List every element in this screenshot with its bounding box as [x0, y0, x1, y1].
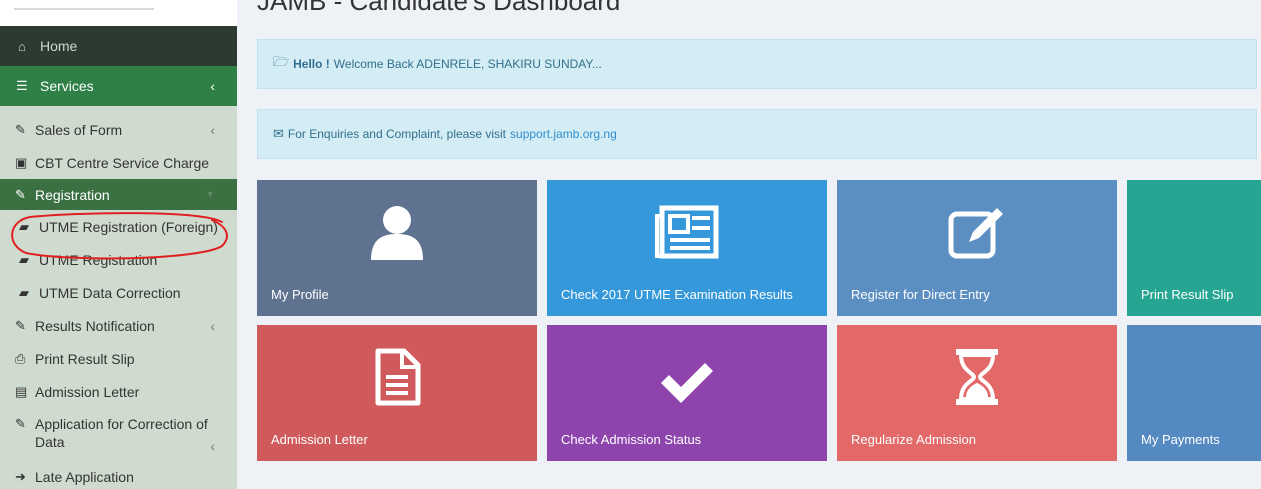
welcome-text: Welcome Back ADENRELE, SHAKIRU SUNDAY...: [333, 57, 602, 71]
tile-label: Register for Direct Entry: [851, 287, 990, 302]
tile-label: Check Admission Status: [561, 432, 702, 447]
page-title: JAMB - Candidate's Dashboard: [257, 0, 621, 16]
tile-label: Print Result Slip: [1141, 287, 1234, 302]
sidebar-item-results-notification[interactable]: ✎ Results Notification ‹: [0, 309, 237, 342]
sidebar-item-label: Results Notification: [35, 317, 155, 334]
main-content: JAMB - Candidate's Dashboard 🗁 Hello ! W…: [237, 0, 1261, 489]
sidebar-item-admission-letter[interactable]: ▤ Admission Letter: [0, 375, 237, 408]
tile-label: My Payments: [1141, 432, 1220, 447]
welcome-alert: 🗁 Hello ! Welcome Back ADENRELE, SHAKIRU…: [257, 39, 1257, 89]
sidebar-item-utme-registration[interactable]: ▰ UTME Registration: [0, 243, 237, 276]
sidebar-item-label: Sales of Form: [35, 121, 123, 138]
tile-check-results[interactable]: Check 2017 UTME Examination Results: [547, 180, 827, 316]
support-link[interactable]: support.jamb.org.ng: [510, 127, 617, 141]
print-icon: ⎙: [15, 350, 26, 366]
book-icon: ▰: [19, 251, 29, 267]
tile-label: Regularize Admission: [851, 432, 977, 447]
sidebar-item-label: UTME Data Correction: [39, 284, 181, 301]
hourglass-icon: [837, 347, 1117, 412]
tile-admission-letter[interactable]: Admission Letter: [257, 325, 537, 461]
sidebar-top: [0, 0, 237, 26]
sidebar-item-registration[interactable]: ✎ Registration ▼: [0, 179, 237, 210]
document-icon: [257, 347, 537, 412]
edit-icon: [837, 202, 1117, 267]
tile-check-admission-status[interactable]: Check Admission Status: [547, 325, 827, 461]
chevron-down-icon: ▼: [205, 189, 215, 200]
book-icon: ▰: [19, 284, 29, 300]
edit-icon: ✎: [15, 121, 26, 137]
user-icon: [257, 202, 537, 267]
edit-icon: ✎: [15, 416, 26, 431]
sidebar-item-label: Late Application: [35, 468, 134, 485]
sidebar-item-label: Admission Letter: [35, 383, 140, 400]
book-icon: ▰: [19, 218, 29, 234]
home-icon: ⌂: [18, 38, 26, 54]
edit-icon: ✎: [15, 186, 26, 202]
sidebar-item-label: Print Result Slip: [35, 350, 135, 367]
sidebar-item-label: Services: [40, 78, 94, 94]
sidebar-item-utme-data-correction[interactable]: ▰ UTME Data Correction: [0, 276, 237, 309]
list-icon: ☰: [16, 78, 28, 93]
circle-arrow-icon: ➜: [15, 468, 26, 484]
envelope-icon: ✉: [273, 126, 284, 141]
sidebar: ⌂ Home ☰ Services ‹ ✎ Sales of Form ‹ ▣ …: [0, 0, 237, 489]
tile-label: My Profile: [271, 287, 329, 302]
sidebar-item-utme-registration-foreign[interactable]: ▰ UTME Registration (Foreign): [0, 210, 237, 243]
chevron-left-icon: ‹: [210, 317, 215, 334]
sidebar-item-label: CBT Centre Service Charge: [35, 154, 210, 171]
sidebar-item-sales-of-form[interactable]: ✎ Sales of Form ‹: [0, 113, 237, 146]
edit-icon: ✎: [15, 317, 26, 333]
sidebar-item-print-result-slip[interactable]: ⎙ Print Result Slip: [0, 342, 237, 375]
sidebar-item-services[interactable]: ☰ Services ‹: [0, 66, 237, 106]
tile-my-payments[interactable]: My Payments: [1127, 325, 1261, 461]
welcome-greeting: Hello !: [293, 57, 330, 71]
newspaper-icon: [547, 202, 827, 267]
document-icon: ▤: [15, 383, 28, 399]
chevron-left-icon: ‹: [210, 78, 215, 94]
tile-label: Check 2017 UTME Examination Results: [561, 287, 793, 302]
sidebar-item-label: Registration: [35, 186, 110, 203]
sidebar-item-home[interactable]: ⌂ Home: [0, 26, 237, 66]
sidebar-item-label: Home: [40, 38, 78, 54]
sidebar-item-application-correction[interactable]: ✎ Application for Correction of Data ‹: [0, 408, 237, 460]
tile-label: Admission Letter: [271, 432, 368, 447]
sidebar-item-late-application[interactable]: ➜ Late Application: [0, 460, 237, 489]
folder-open-icon: 🗁: [273, 54, 290, 69]
sidebar-item-label: UTME Registration (Foreign): [39, 218, 218, 235]
chevron-left-icon: ‹: [210, 121, 215, 138]
enquiry-alert: ✉ For Enquiries and Complaint, please vi…: [257, 109, 1257, 159]
sidebar-item-label: Application for Correction of Data: [35, 416, 208, 450]
check-icon: [547, 357, 827, 412]
tile-my-profile[interactable]: My Profile: [257, 180, 537, 316]
enquiry-text: For Enquiries and Complaint, please visi…: [287, 127, 507, 141]
tile-direct-entry[interactable]: Register for Direct Entry: [837, 180, 1117, 316]
sidebar-item-cbt-centre[interactable]: ▣ CBT Centre Service Charge: [0, 146, 237, 179]
money-icon: ▣: [15, 154, 28, 170]
sidebar-item-label: UTME Registration: [39, 251, 158, 268]
tile-print-result-slip[interactable]: Print Result Slip: [1127, 180, 1261, 316]
chevron-left-icon: ‹: [210, 438, 215, 454]
tile-regularize-admission[interactable]: Regularize Admission: [837, 325, 1117, 461]
